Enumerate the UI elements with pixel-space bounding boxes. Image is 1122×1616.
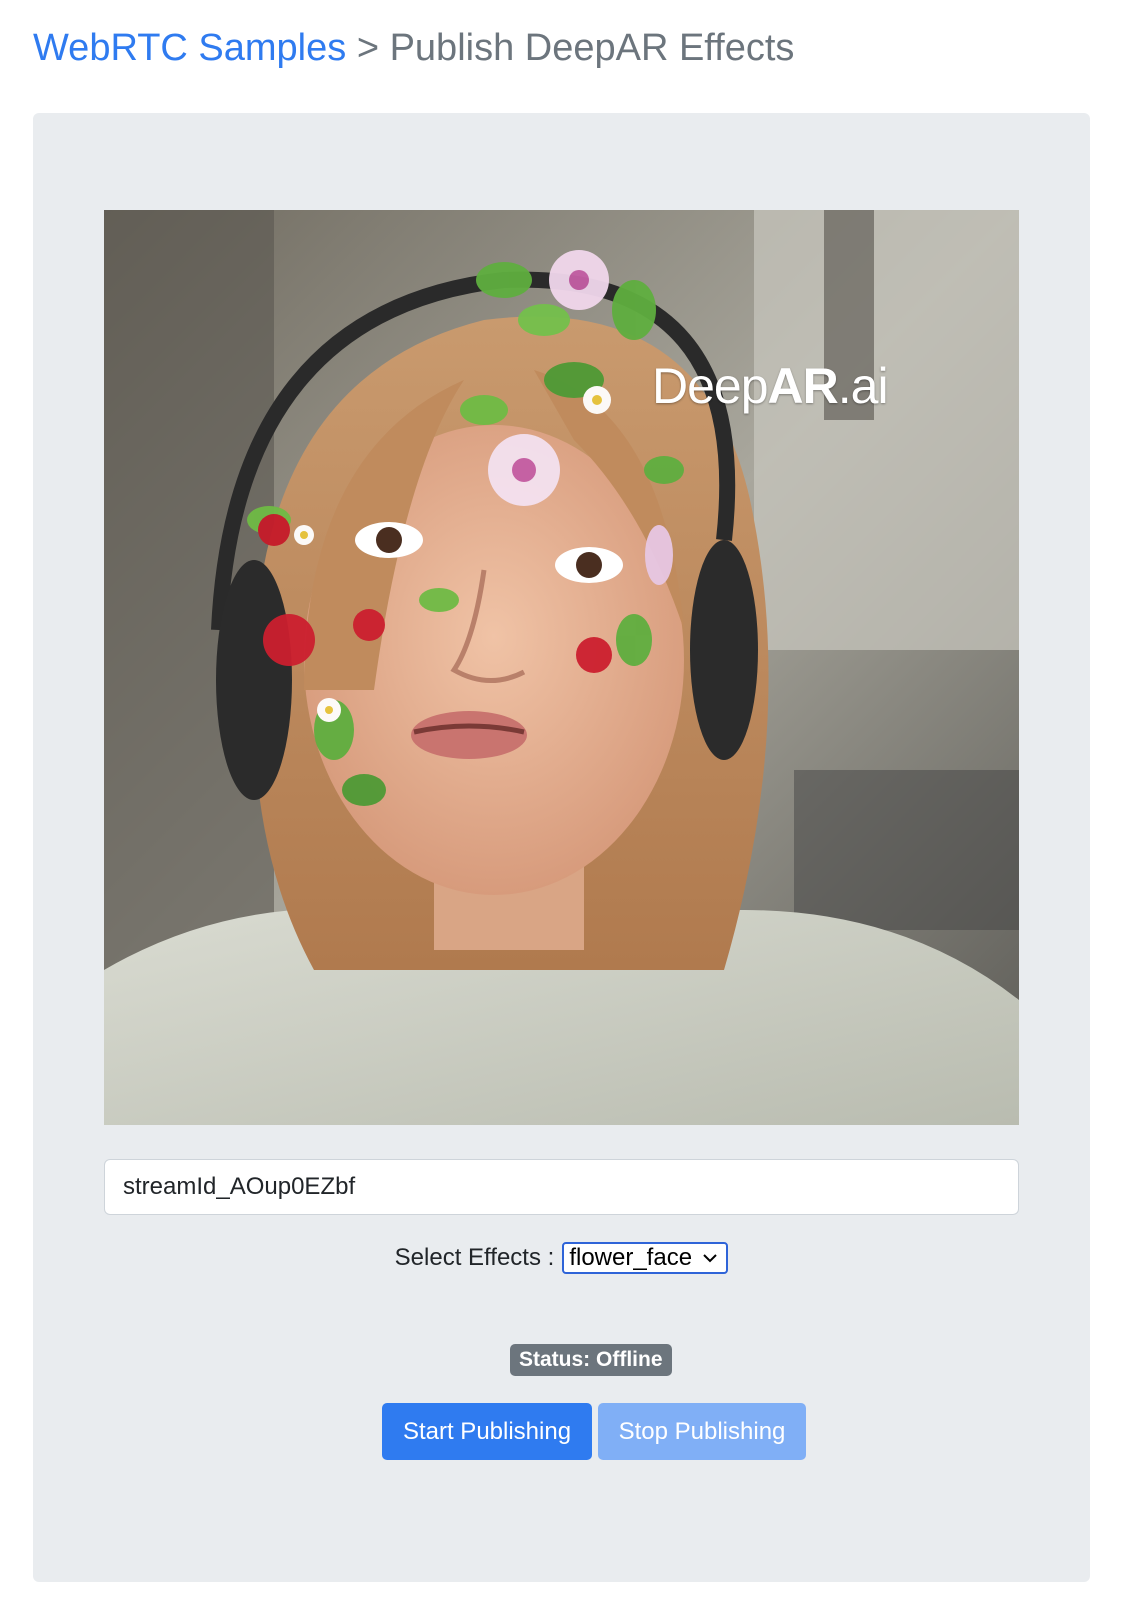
effects-select[interactable]: flower_face	[562, 1242, 729, 1274]
stream-id-input[interactable]	[104, 1159, 1019, 1215]
page: WebRTC Samples > Publish DeepAR Effects	[0, 0, 1122, 1616]
effects-selected-value: flower_face	[569, 1244, 693, 1271]
stop-publishing-button[interactable]: Stop Publishing	[598, 1403, 806, 1460]
effects-label: Select Effects :	[394, 1244, 555, 1271]
start-publishing-button[interactable]: Start Publishing	[382, 1403, 592, 1460]
page-header: WebRTC Samples > Publish DeepAR Effects	[33, 20, 794, 76]
webrtc-samples-link[interactable]: WebRTC Samples	[33, 27, 346, 69]
deepar-watermark-logo: DeepAR.ai	[652, 358, 889, 414]
camera-frame-illustration	[104, 210, 1019, 1125]
chevron-down-icon	[703, 1254, 718, 1263]
effects-row: Select Effects : flower_face	[33, 1241, 1090, 1275]
publish-panel: DeepAR.ai Select Effects : flower_face S…	[33, 113, 1090, 1582]
page-title: Publish DeepAR Effects	[389, 27, 795, 69]
video-preview: DeepAR.ai	[104, 210, 1019, 1125]
breadcrumb-separator: >	[346, 27, 390, 69]
status-badge: Status: Offline	[510, 1344, 672, 1376]
